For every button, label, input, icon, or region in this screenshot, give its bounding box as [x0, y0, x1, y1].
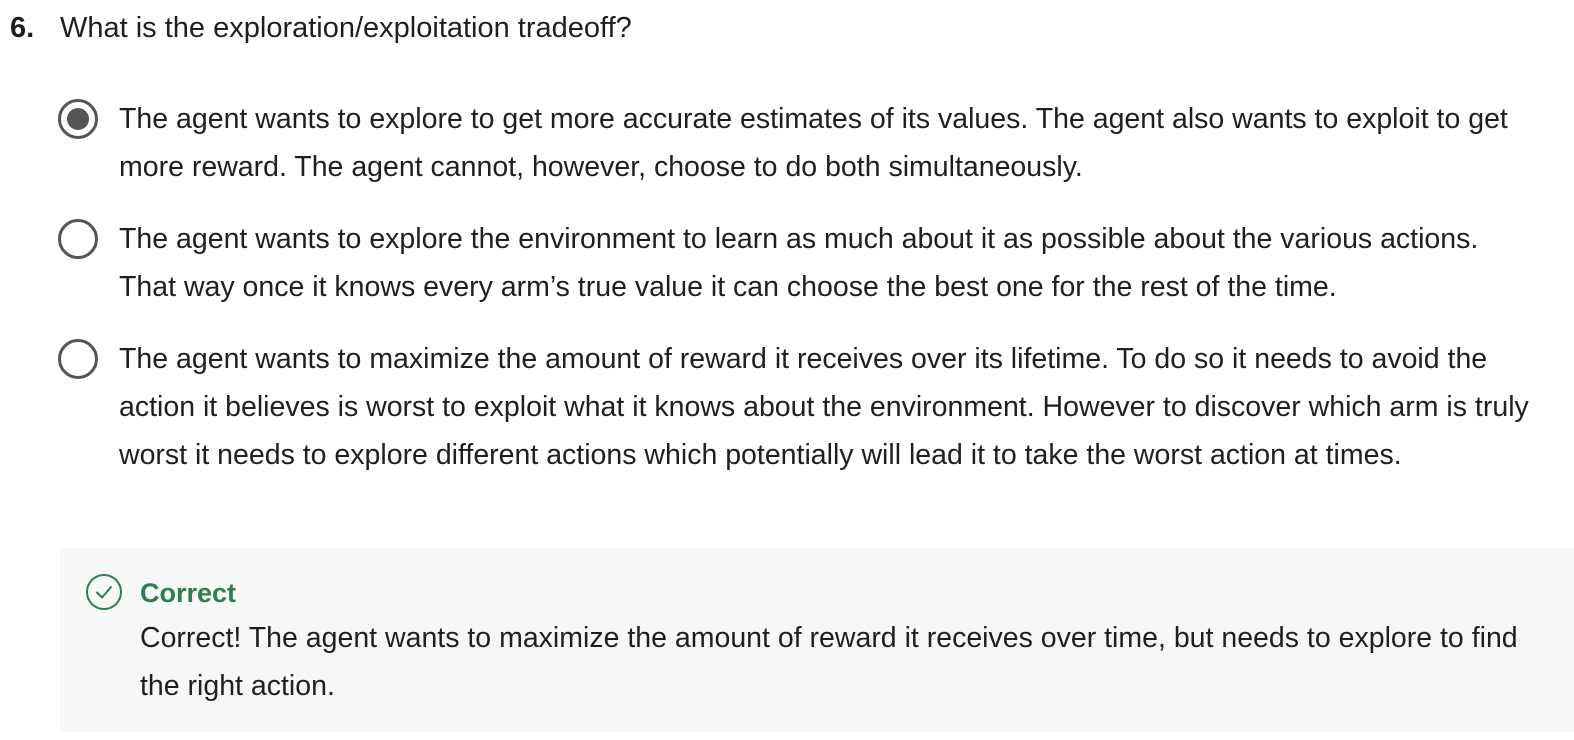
feedback-message: Correct! The agent wants to maximize the… [140, 622, 1518, 702]
option-3[interactable]: The agent wants to maximize the amount o… [58, 335, 1538, 479]
question-text: What is the exploration/exploitation tra… [60, 12, 632, 44]
question-number: 6. [10, 12, 35, 44]
check-circle-icon [85, 573, 123, 611]
feedback-panel: Correct Correct! The agent wants to maxi… [60, 548, 1574, 732]
answer-options: The agent wants to explore to get more a… [58, 95, 1538, 503]
feedback-status: Correct [140, 578, 237, 608]
option-1[interactable]: The agent wants to explore to get more a… [58, 95, 1538, 191]
option-label: The agent wants to maximize the amount o… [119, 343, 1529, 471]
option-label: The agent wants to explore to get more a… [119, 103, 1508, 183]
radio-button[interactable] [58, 219, 98, 259]
option-2[interactable]: The agent wants to explore the environme… [58, 215, 1538, 311]
radio-button[interactable] [58, 339, 98, 379]
radio-button-selected[interactable] [58, 99, 98, 139]
question-header: 6. What is the exploration/exploitation … [10, 8, 632, 48]
option-label: The agent wants to explore the environme… [119, 223, 1479, 303]
